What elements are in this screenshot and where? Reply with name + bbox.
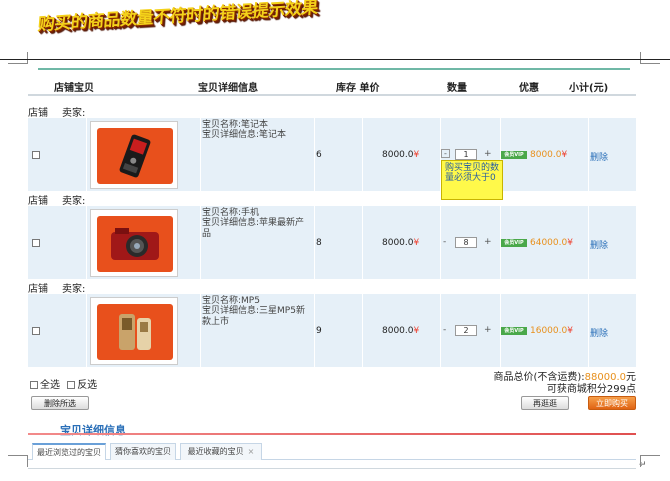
delete-link[interactable]: 删除 [590,238,608,251]
banner-title: 购买的商品数量不符时的错误提示效果 [37,0,319,42]
phone-icon [119,134,151,178]
points-info: 可获商城积分299点 [546,384,636,395]
cart-item-row: 宝贝名称:手机 宝贝详细信息:苹果最新产品 8 8000.0¥ - 8 + 会员… [28,205,636,279]
product-detail: 宝贝详细信息:笔记本 [202,130,287,140]
product-stock: 8 [316,238,322,248]
qty-decrease-button[interactable]: - [441,149,450,158]
selection-controls: 全选 反选 [30,376,97,391]
section-title: 宝贝详细信息 [60,424,126,437]
invert-select-label[interactable]: 反选 [77,380,97,391]
mp5-player-icon [119,314,151,350]
vip-price: 8000.0¥ [530,150,568,160]
product-thumbnail[interactable] [90,209,178,277]
header-shop-item: 店铺宝贝 [54,83,94,94]
recommendation-tabs: 最近浏览过的宝贝 猜你喜欢的宝贝 最近收藏的宝贝 × [28,440,636,460]
banner-text: 购买的商品数量不符时的错误提示效果 [37,0,319,36]
select-all-checkbox[interactable] [30,381,38,389]
item-checkbox[interactable] [32,327,40,335]
crop-mark-top-right [640,52,660,64]
qty-increase-button[interactable]: + [484,325,492,335]
vip-price: 64000.0¥ [530,238,573,248]
product-stock: 9 [316,326,322,336]
delete-link[interactable]: 删除 [590,326,608,339]
product-price: 8000.0¥ [382,150,420,160]
tab-you-may-like[interactable]: 猜你喜欢的宝贝 [110,443,176,460]
page-divider [0,59,670,60]
header-stock-price: 库存 单价 [336,83,380,94]
close-icon[interactable]: × [248,447,255,456]
crop-mark-top-left [8,52,28,64]
qty-error-tooltip: 购买宝贝的数量必须大于0 [441,160,503,200]
cart-header: 店铺宝贝 宝贝详细信息 库存 单价 数量 优惠 小计(元) [28,74,636,96]
cart-item-row: 宝贝名称:笔记本 宝贝详细信息:笔记本 6 8000.0¥ - 1 + 会员VI… [28,117,636,191]
product-thumbnail[interactable] [90,297,178,365]
camera-icon [111,228,159,260]
vip-badge: 会员VIP [501,327,527,335]
qty-increase-button[interactable]: + [484,149,492,159]
delete-selected-button[interactable]: 删除所选 [31,396,89,410]
item-checkbox[interactable] [32,239,40,247]
delete-link[interactable]: 删除 [590,150,608,163]
qty-decrease-button[interactable]: - [443,237,446,247]
product-stock: 6 [316,150,322,160]
product-detail: 宝贝详细信息:三星MP5新款上市 [202,306,305,327]
qty-input[interactable]: 1 [455,149,477,160]
bottom-divider [28,468,636,469]
vip-price: 16000.0¥ [530,326,573,336]
header-discount: 优惠 [519,83,539,94]
continue-shopping-button[interactable]: 再逛逛 [521,396,569,410]
cart-top-border [38,68,630,70]
qty-input[interactable]: 2 [455,325,477,336]
cart-item-row: 宝贝名称:MP5 宝贝详细信息:三星MP5新款上市 9 8000.0¥ - 2 … [28,293,636,367]
qty-decrease-button[interactable]: - [443,325,446,335]
header-detail: 宝贝详细信息 [198,83,258,94]
header-subtotal: 小计(元) [569,83,609,94]
qty-input[interactable]: 8 [455,237,477,248]
product-detail: 宝贝详细信息:苹果最新产品 [202,218,305,239]
invert-select-checkbox[interactable] [67,381,76,389]
qty-increase-button[interactable]: + [484,237,492,247]
product-thumbnail[interactable] [90,121,178,189]
header-quantity: 数量 [447,83,467,94]
product-price: 8000.0¥ [382,238,420,248]
vip-badge: 会员VIP [501,239,527,247]
buy-now-button[interactable]: 立即购买 [588,396,636,410]
crop-mark-bottom-right [640,455,660,467]
select-all-label[interactable]: 全选 [40,380,60,391]
product-price: 8000.0¥ [382,326,420,336]
tab-recently-favorited[interactable]: 最近收藏的宝贝 × [180,443,262,460]
tab-recently-viewed[interactable]: 最近浏览过的宝贝 [32,443,106,460]
item-checkbox[interactable] [32,151,40,159]
crop-mark-bottom-left [8,455,28,467]
section-divider [28,433,636,435]
vip-badge: 会员VIP [501,151,527,159]
